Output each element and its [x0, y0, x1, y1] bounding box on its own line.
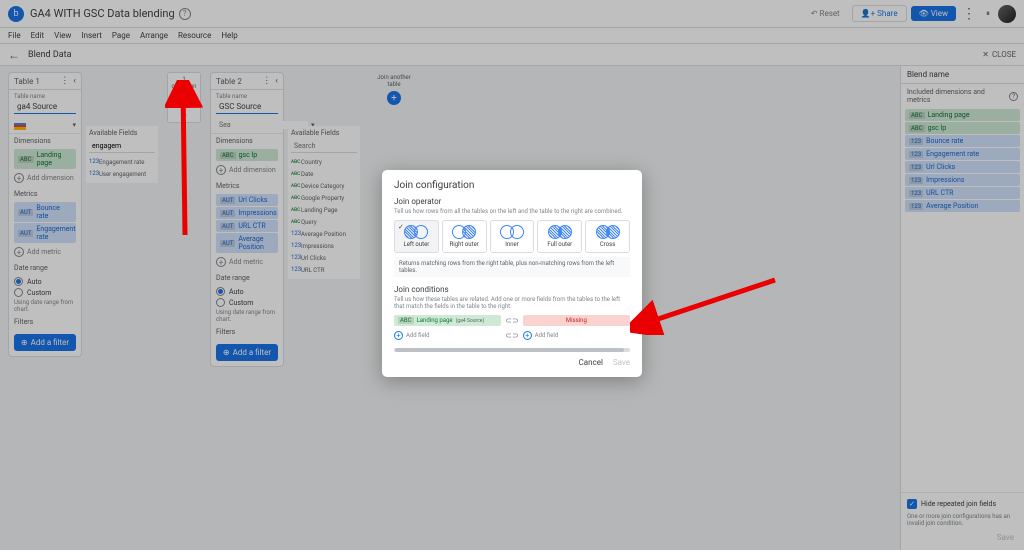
- link-icon: ⊂⊃: [505, 316, 518, 325]
- modal-scrollbar[interactable]: [394, 348, 630, 352]
- join-option-left-outer[interactable]: Left outer: [394, 220, 439, 253]
- condition-right-field-missing[interactable]: Missing: [523, 315, 630, 326]
- condition-left-field[interactable]: ABCLanding page(ga4 Source): [394, 315, 501, 326]
- join-operator-hint: Tell us how rows from all the tables on …: [394, 208, 630, 215]
- join-option-inner[interactable]: Inner: [490, 220, 535, 253]
- link-icon: ⊂⊃: [505, 331, 518, 340]
- save-button-disabled: Save: [613, 358, 630, 367]
- join-config-modal: Join configuration Join operator Tell us…: [382, 170, 642, 377]
- modal-title: Join configuration: [394, 180, 630, 191]
- join-description: Returns matching rows from the right tab…: [394, 257, 630, 277]
- modal-overlay: Join configuration Join operator Tell us…: [0, 0, 1024, 550]
- join-conditions-label: Join conditions: [394, 285, 630, 294]
- join-option-right-outer[interactable]: Right outer: [442, 220, 487, 253]
- join-operator-label: Join operator: [394, 197, 630, 206]
- join-option-cross[interactable]: Cross: [585, 220, 630, 253]
- add-field-right-button[interactable]: +Add field: [523, 329, 630, 342]
- add-field-left-button[interactable]: +Add field: [394, 329, 501, 342]
- cancel-button[interactable]: Cancel: [579, 358, 603, 367]
- join-options-row: Left outer Right outer Inner Full outer …: [394, 220, 630, 253]
- join-option-full-outer[interactable]: Full outer: [537, 220, 582, 253]
- join-conditions-hint: Tell us how these tables are related. Ad…: [394, 296, 630, 310]
